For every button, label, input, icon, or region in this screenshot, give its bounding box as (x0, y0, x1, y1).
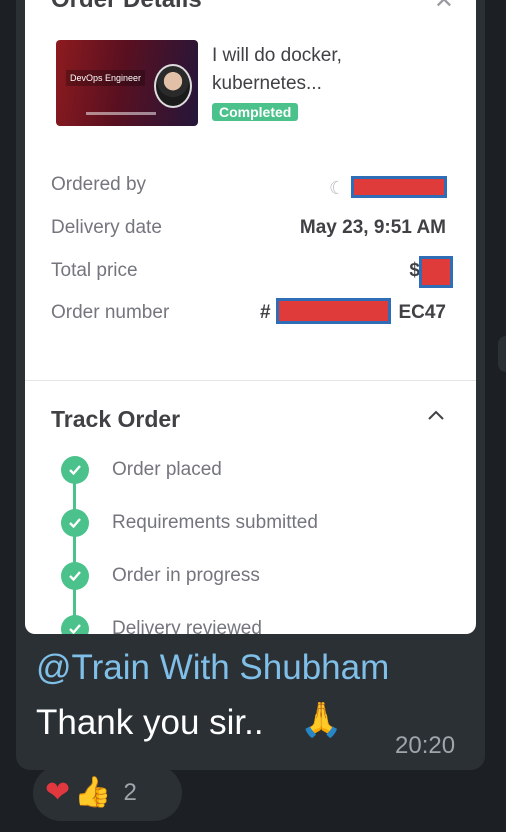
order-number-label: Order number (51, 302, 170, 323)
card-title: Order Details (51, 0, 202, 14)
track-progress-line (73, 470, 76, 634)
heart-icon: ❤ (45, 776, 71, 809)
redacted-order-number (276, 298, 391, 324)
check-icon (61, 456, 89, 484)
order-details-card[interactable]: Order Details ✕ DevOps Engineer I will d… (25, 0, 476, 634)
check-icon (61, 509, 89, 537)
step-label: Requirements submitted (112, 512, 318, 533)
chevron-up-icon[interactable] (425, 405, 447, 427)
close-icon[interactable]: ✕ (434, 0, 454, 15)
divider (25, 380, 476, 381)
status-badge: Completed (212, 103, 299, 121)
gig-thumbnail[interactable]: DevOps Engineer (56, 40, 198, 126)
order-number-suffix: EC47 (398, 302, 446, 323)
thumbnail-subtitle-line (86, 112, 156, 115)
avatar (154, 64, 192, 108)
delivery-date-value: May 23, 9:51 AM (299, 217, 446, 238)
step-label: Delivery reviewed (112, 618, 262, 634)
delivery-date-label: Delivery date (51, 217, 162, 238)
redacted-username (351, 176, 447, 198)
check-icon (61, 562, 89, 590)
gig-title[interactable]: I will do docker, kubernetes... (212, 42, 412, 98)
reaction-count: 2 (123, 779, 137, 806)
step-label: Order placed (112, 459, 222, 480)
pray-icon: 🙏 (300, 701, 343, 739)
total-price-label: Total price (51, 260, 138, 281)
redacted-price (419, 256, 453, 288)
reactions-button[interactable]: ❤ 👍 2 (33, 765, 182, 821)
thumbnail-label: DevOps Engineer (66, 70, 146, 86)
mention-link[interactable]: @Train With Shubham (36, 648, 389, 688)
step-label: Order in progress (112, 565, 260, 586)
message-text: Thank you sir.. (36, 703, 264, 742)
order-number-prefix: # (260, 302, 271, 323)
ordered-by-label: Ordered by (51, 174, 147, 195)
check-icon (61, 615, 89, 634)
message-time: 20:20 (395, 732, 456, 759)
track-order-title: Track Order (51, 406, 181, 432)
moon-icon: ☾ (329, 178, 346, 198)
thumbs-up-icon: 👍 (74, 776, 112, 809)
scroll-handle[interactable] (498, 336, 506, 372)
